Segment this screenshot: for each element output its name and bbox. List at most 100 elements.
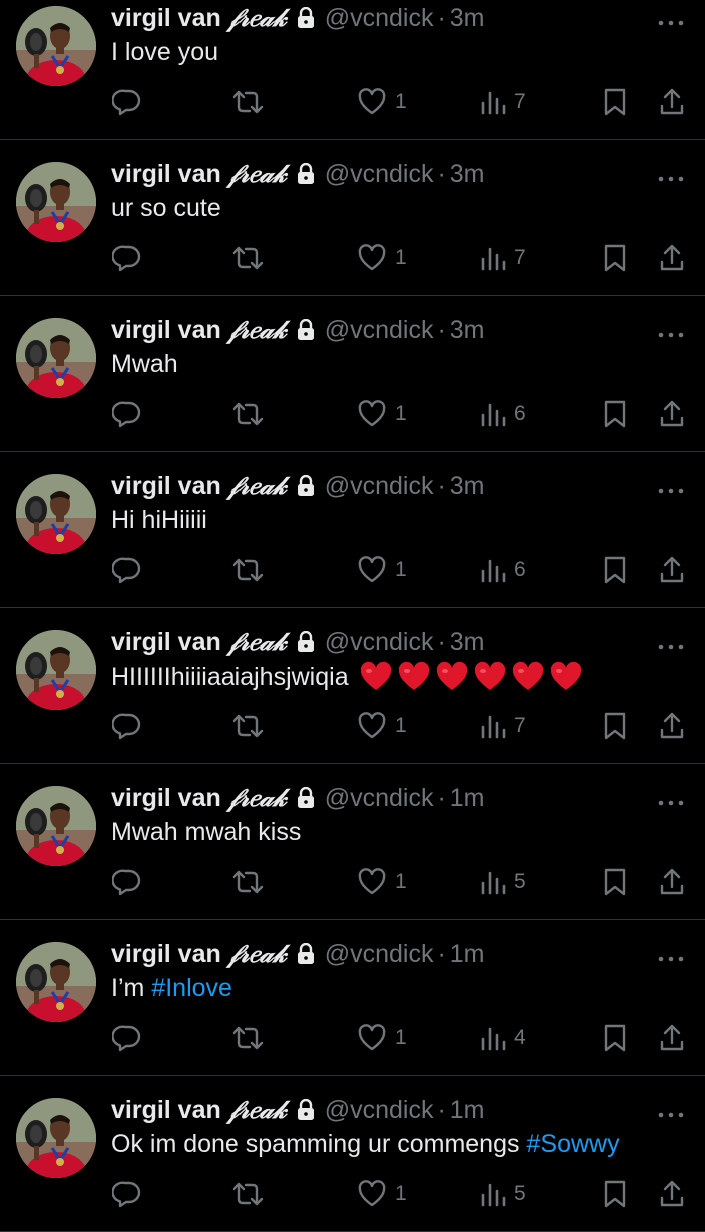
timestamp[interactable]: 3m [450,628,485,657]
user-handle[interactable]: @vcndick [325,940,434,969]
tweet[interactable]: virgil van 𝒻𝓇𝑒𝒶𝓀 @vcndick · 3m ur so cute 1 7 [0,140,705,296]
bookmark-button[interactable] [602,396,628,432]
user-handle[interactable]: @vcndick [325,160,434,189]
like-button[interactable]: 1 [357,84,407,120]
retweet-button[interactable] [230,84,266,120]
more-dots-icon[interactable] [657,638,685,650]
retweet-button[interactable] [230,240,266,276]
timestamp[interactable]: 1m [450,784,485,813]
avatar[interactable] [16,162,96,242]
hashtag-link[interactable]: #Sowwy [526,1130,619,1159]
like-button[interactable]: 1 [357,240,407,276]
timestamp[interactable]: 3m [450,4,485,33]
display-name-styled[interactable]: 𝒻𝓇𝑒𝒶𝓀 [228,315,287,345]
tweet[interactable]: virgil van 𝒻𝓇𝑒𝒶𝓀 @vcndick · 3m Hi hiHiiiii 1 6 [0,452,705,608]
avatar[interactable] [16,474,96,554]
avatar[interactable] [16,786,96,866]
retweet-button[interactable] [230,708,266,744]
reply-button[interactable] [112,84,142,120]
reply-button[interactable] [112,552,142,588]
more-dots-icon[interactable] [657,14,685,26]
tweet[interactable]: virgil van 𝒻𝓇𝑒𝒶𝓀 @vcndick · 1m Ok im done spa… [0,1076,705,1232]
views-button[interactable]: 5 [480,864,526,900]
more-dots-icon[interactable] [657,1106,685,1118]
bookmark-button[interactable] [602,1176,628,1212]
bookmark-button[interactable] [602,552,628,588]
views-button[interactable]: 5 [480,1176,526,1212]
retweet-button[interactable] [230,864,266,900]
bookmark-button[interactable] [602,864,628,900]
display-name-styled[interactable]: 𝒻𝓇𝑒𝒶𝓀 [228,159,287,189]
like-button[interactable]: 1 [357,396,407,432]
tweet[interactable]: virgil van 𝒻𝓇𝑒𝒶𝓀 @vcndick · 1m Mwah mwah kiss… [0,764,705,920]
more-dots-icon[interactable] [657,482,685,494]
more-dots-icon[interactable] [657,170,685,182]
views-button[interactable]: 6 [480,396,526,432]
share-button[interactable] [658,552,686,588]
display-name[interactable]: virgil van [111,316,221,345]
display-name[interactable]: virgil van [111,1096,221,1125]
bookmark-button[interactable] [602,1020,628,1056]
retweet-button[interactable] [230,396,266,432]
like-button[interactable]: 1 [357,864,407,900]
avatar[interactable] [16,630,96,710]
display-name-styled[interactable]: 𝒻𝓇𝑒𝒶𝓀 [228,1095,287,1125]
share-button[interactable] [658,708,686,744]
display-name[interactable]: virgil van [111,472,221,501]
avatar[interactable] [16,318,96,398]
share-button[interactable] [658,864,686,900]
more-dots-icon[interactable] [657,794,685,806]
user-handle[interactable]: @vcndick [325,628,434,657]
user-handle[interactable]: @vcndick [325,4,434,33]
display-name-styled[interactable]: 𝒻𝓇𝑒𝒶𝓀 [228,3,287,33]
reply-button[interactable] [112,864,142,900]
display-name[interactable]: virgil van [111,4,221,33]
display-name[interactable]: virgil van [111,784,221,813]
bookmark-button[interactable] [602,240,628,276]
avatar[interactable] [16,1098,96,1178]
share-button[interactable] [658,1176,686,1212]
retweet-button[interactable] [230,1020,266,1056]
timestamp[interactable]: 1m [450,1096,485,1125]
display-name[interactable]: virgil van [111,940,221,969]
share-button[interactable] [658,240,686,276]
retweet-button[interactable] [230,1176,266,1212]
like-button[interactable]: 1 [357,708,407,744]
display-name-styled[interactable]: 𝒻𝓇𝑒𝒶𝓀 [228,939,287,969]
display-name-styled[interactable]: 𝒻𝓇𝑒𝒶𝓀 [228,783,287,813]
tweet[interactable]: virgil van 𝒻𝓇𝑒𝒶𝓀 @vcndick · 3m HIIIIIIhiiiiaa… [0,608,705,764]
display-name[interactable]: virgil van [111,628,221,657]
hashtag-link[interactable]: #Inlove [151,974,232,1003]
display-name[interactable]: virgil van [111,160,221,189]
like-button[interactable]: 1 [357,1176,407,1212]
user-handle[interactable]: @vcndick [325,784,434,813]
display-name-styled[interactable]: 𝒻𝓇𝑒𝒶𝓀 [228,627,287,657]
views-button[interactable]: 7 [480,84,526,120]
timestamp[interactable]: 1m [450,940,485,969]
user-handle[interactable]: @vcndick [325,316,434,345]
share-button[interactable] [658,396,686,432]
user-handle[interactable]: @vcndick [325,472,434,501]
tweet[interactable]: virgil van 𝒻𝓇𝑒𝒶𝓀 @vcndick · 1m I’m #Inlove 1 4 [0,920,705,1076]
views-button[interactable]: 6 [480,552,526,588]
bookmark-button[interactable] [602,84,628,120]
views-button[interactable]: 7 [480,240,526,276]
views-button[interactable]: 7 [480,708,526,744]
avatar[interactable] [16,942,96,1022]
like-button[interactable]: 1 [357,1020,407,1056]
user-handle[interactable]: @vcndick [325,1096,434,1125]
retweet-button[interactable] [230,552,266,588]
timestamp[interactable]: 3m [450,316,485,345]
more-dots-icon[interactable] [657,950,685,962]
reply-button[interactable] [112,240,142,276]
timestamp[interactable]: 3m [450,472,485,501]
display-name-styled[interactable]: 𝒻𝓇𝑒𝒶𝓀 [228,471,287,501]
views-button[interactable]: 4 [480,1020,526,1056]
more-dots-icon[interactable] [657,326,685,338]
like-button[interactable]: 1 [357,552,407,588]
tweet[interactable]: virgil van 𝒻𝓇𝑒𝒶𝓀 @vcndick · 3m I love you 1 7 [0,0,705,140]
share-button[interactable] [658,1020,686,1056]
timestamp[interactable]: 3m [450,160,485,189]
reply-button[interactable] [112,1176,142,1212]
reply-button[interactable] [112,1020,142,1056]
